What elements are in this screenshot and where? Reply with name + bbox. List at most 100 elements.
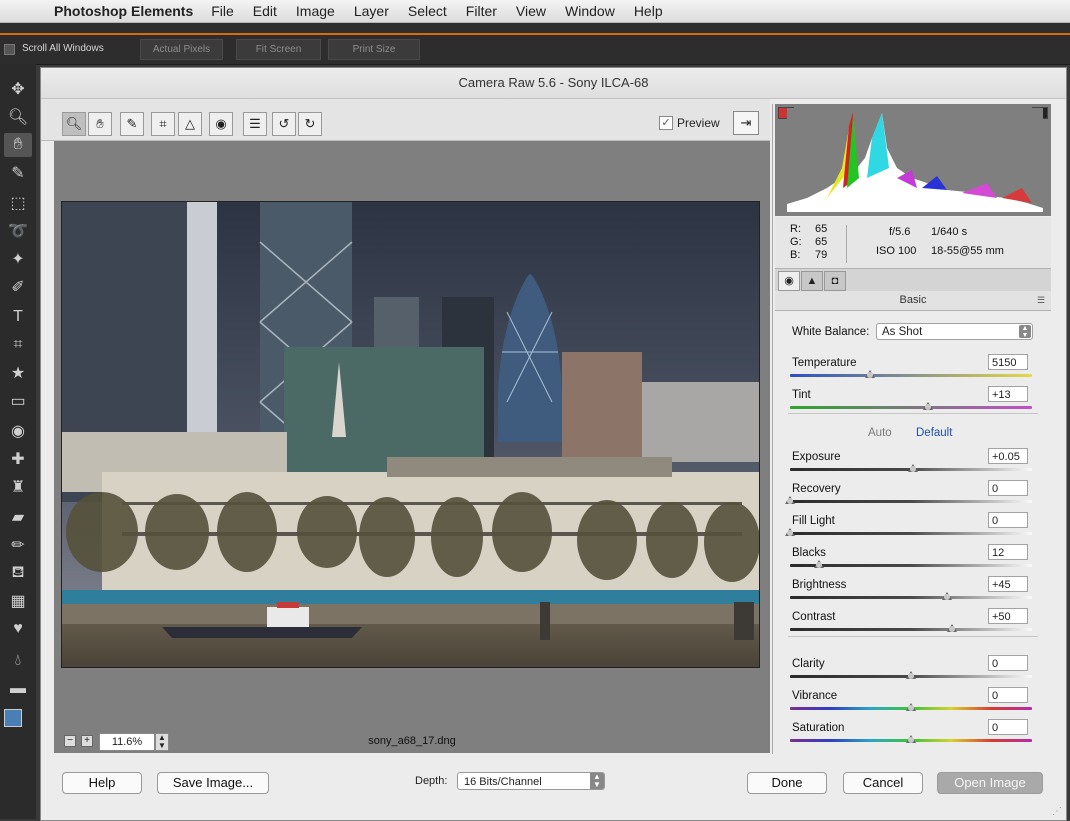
cookie-cutter-tool-icon[interactable]: ★ (4, 361, 32, 385)
vibrance-label: Vibrance (792, 690, 838, 702)
straighten-tool-icon[interactable]: ▭ (4, 389, 32, 413)
exposure-label: Exposure (792, 451, 841, 463)
blur-tool-icon[interactable]: 💧︎ (4, 649, 32, 673)
menu-file[interactable]: File (211, 3, 234, 19)
straighten-icon[interactable]: △ (178, 112, 202, 136)
brightness-slider-thumb[interactable] (942, 592, 953, 600)
fill-light-field[interactable]: 0 (988, 512, 1028, 528)
help-button[interactable]: Help (62, 772, 142, 794)
tint-slider-thumb[interactable] (922, 402, 933, 410)
app-name[interactable]: Photoshop Elements (54, 3, 193, 19)
lasso-tool-icon[interactable]: ➰ (4, 219, 32, 243)
clone-stamp-tool-icon[interactable]: ♜ (4, 475, 32, 499)
recovery-field[interactable]: 0 (988, 480, 1028, 496)
exposure-field[interactable]: +0.05 (988, 448, 1028, 464)
red-eye-icon[interactable]: ◉ (209, 112, 233, 136)
vibrance-slider-thumb[interactable] (906, 703, 916, 711)
contrast-slider[interactable] (790, 624, 1032, 632)
paint-bucket-tool-icon[interactable]: ⛾ (4, 561, 32, 585)
menu-view[interactable]: View (516, 3, 546, 19)
gradient-tool-icon[interactable]: ▦ (4, 589, 32, 613)
hand-icon[interactable]: ✋︎ (88, 112, 112, 136)
sponge-tool-icon[interactable]: ▬ (4, 677, 32, 701)
brightness-field[interactable]: +45 (988, 576, 1028, 592)
actual-pixels-button[interactable]: Actual Pixels (140, 39, 223, 60)
image-canvas[interactable] (54, 141, 770, 751)
contrast-field[interactable]: +50 (988, 608, 1028, 624)
eyedropper-tool-icon[interactable]: ✎ (4, 161, 32, 185)
white-balance-icon[interactable]: ✎ (120, 112, 144, 136)
contrast-slider-thumb[interactable] (947, 624, 958, 632)
print-size-button[interactable]: Print Size (328, 39, 420, 60)
white-balance-label: White Balance: (792, 326, 870, 338)
recovery-slider-thumb[interactable] (785, 496, 795, 504)
default-link[interactable]: Default (916, 427, 952, 439)
quick-selection-tool-icon[interactable]: ✐ (4, 275, 32, 299)
foreground-color-swatch[interactable] (4, 709, 22, 727)
temperature-field[interactable]: 5150 (988, 354, 1028, 370)
clarity-slider[interactable] (790, 671, 1032, 679)
brush-tool-icon[interactable]: ✏ (4, 533, 32, 557)
clarity-field[interactable]: 0 (988, 655, 1028, 671)
menu-layer[interactable]: Layer (354, 3, 389, 19)
scroll-all-windows-label: Scroll All Windows (22, 43, 104, 54)
exposure-slider-thumb[interactable] (908, 464, 919, 472)
crop-icon[interactable]: ⌗ (151, 112, 175, 136)
clarity-slider-thumb[interactable] (906, 671, 916, 679)
rotate-right-icon[interactable]: ↻ (298, 112, 322, 136)
blacks-slider[interactable] (790, 560, 1032, 568)
menu-filter[interactable]: Filter (466, 3, 497, 19)
fill-light-slider-thumb[interactable] (785, 528, 795, 536)
saturation-field[interactable]: 0 (988, 719, 1028, 735)
temperature-slider-thumb[interactable] (864, 370, 875, 378)
vibrance-field[interactable]: 0 (988, 687, 1028, 703)
scroll-all-windows-checkbox[interactable] (4, 44, 15, 55)
brightness-slider[interactable] (790, 592, 1032, 600)
rotate-left-icon[interactable]: ↺ (272, 112, 296, 136)
tint-slider[interactable] (790, 402, 1032, 410)
recovery-slider[interactable] (785, 496, 1032, 504)
city-photo (62, 202, 759, 667)
save-image-button[interactable]: Save Image... (157, 772, 269, 794)
camera-raw-toolbar: 🔍︎ ✋︎ ✎ ⌗ △ ◉ ☰ ↺ ↻ ✓ Preview ⇥ (41, 99, 770, 141)
type-tool-icon[interactable]: T (4, 305, 32, 329)
blacks-field[interactable]: 12 (988, 544, 1028, 560)
divider (788, 413, 1038, 414)
menu-select[interactable]: Select (408, 3, 447, 19)
saturation-slider[interactable] (790, 735, 1032, 743)
exposure-slider[interactable] (790, 464, 1032, 472)
open-image-button[interactable]: Open Image (937, 772, 1043, 794)
auto-link[interactable]: Auto (868, 427, 892, 439)
done-button[interactable]: Done (747, 772, 827, 794)
cancel-button[interactable]: Cancel (843, 772, 923, 794)
blacks-slider-thumb[interactable] (814, 560, 825, 568)
temperature-slider[interactable] (790, 370, 1032, 378)
menu-help[interactable]: Help (634, 3, 663, 19)
menu-window[interactable]: Window (565, 3, 615, 19)
marquee-tool-icon[interactable]: ⬚ (4, 191, 32, 215)
saturation-slider-thumb[interactable] (906, 735, 916, 743)
resize-grip-icon[interactable]: ⋰ (1052, 806, 1064, 818)
depth-select[interactable]: 16 Bits/Channel ▲ ▼ (457, 772, 605, 790)
eraser-tool-icon[interactable]: ▰ (4, 505, 32, 529)
move-tool-icon[interactable]: ✥ (4, 77, 32, 101)
menu-edit[interactable]: Edit (253, 3, 277, 19)
red-eye-tool-icon[interactable]: ◉ (4, 419, 32, 443)
full-screen-icon[interactable]: ⇥ (733, 111, 759, 135)
fit-screen-button[interactable]: Fit Screen (236, 39, 321, 60)
crop-tool-icon[interactable]: ⌗ (4, 333, 32, 357)
spot-healing-tool-icon[interactable]: ✚ (4, 447, 32, 471)
preview-checkbox[interactable]: ✓ (659, 116, 673, 130)
shape-tool-icon[interactable]: ♥ (4, 617, 32, 641)
vibrance-slider[interactable] (790, 703, 1032, 711)
tint-field[interactable]: +13 (988, 386, 1028, 402)
adjustments-panel: R: 65 G: 65 B: 79 f/5.6 1/640 s ISO 100 … (772, 104, 1053, 754)
hand-tool-icon[interactable]: ✋︎ (4, 133, 32, 157)
white-balance-select[interactable]: As Shot ▲ ▼ (876, 323, 1033, 340)
zoom-tool-icon[interactable]: 🔍︎ (4, 105, 32, 129)
zoom-icon[interactable]: 🔍︎ (62, 112, 86, 136)
menu-image[interactable]: Image (296, 3, 335, 19)
magic-wand-tool-icon[interactable]: ✦ (4, 247, 32, 271)
fill-light-slider[interactable] (785, 528, 1032, 536)
preferences-icon[interactable]: ☰ (243, 112, 267, 136)
